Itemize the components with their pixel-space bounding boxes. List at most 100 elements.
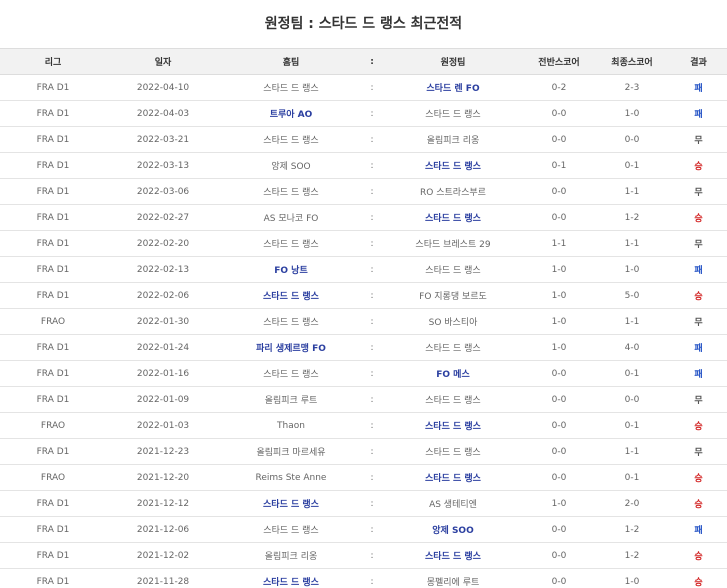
cell-result: 무 (670, 308, 727, 335)
cell-date: 2022-04-10 (106, 74, 220, 101)
cell-final-score: 0-1 (594, 412, 670, 439)
cell-away-team: AS 생테티엔 (382, 490, 524, 517)
cell-final-score: 1-2 (594, 204, 670, 231)
table-row: FRA D1 2021-12-02 올림피크 리옹: 스타드 드 랭스 0-0 1-2 승 (0, 542, 727, 569)
cell-final-score: 1-1 (594, 438, 670, 465)
cell-date: 2021-12-23 (106, 438, 220, 465)
cell-final-score: 1-1 (594, 308, 670, 335)
cell-half-score: 0-0 (524, 126, 594, 153)
cell-away-team: 스타드 드 랭스 (382, 256, 524, 283)
match-history-table: 리그 일자 홈팀 : 원정팀 전반스코어 최종스코어 결과 FRA D1 2022… (0, 48, 727, 588)
cell-half-score: 0-0 (524, 360, 594, 387)
cell-result: 패 (670, 360, 727, 387)
cell-date: 2022-01-03 (106, 412, 220, 439)
cell-league: FRA D1 (0, 152, 106, 179)
cell-final-score: 0-0 (594, 126, 670, 153)
cell-half-score: 1-0 (524, 490, 594, 517)
cell-home-team: 올림피크 마르세유 (220, 438, 362, 465)
header-separator: : (362, 48, 382, 75)
cell-separator: : (362, 334, 382, 361)
cell-half-score: 0-2 (524, 74, 594, 101)
cell-result: 승 (670, 282, 727, 309)
cell-league: FRAO (0, 464, 106, 491)
cell-away-team: 스타드 드 랭스 (382, 386, 524, 413)
cell-date: 2022-04-03 (106, 100, 220, 127)
cell-away-team: 스타드 드 랭스 (382, 412, 524, 439)
cell-separator: : (362, 360, 382, 387)
cell-away-team: SO 바스티아 (382, 308, 524, 335)
header-row: 리그 일자 홈팀 : 원정팀 전반스코어 최종스코어 결과 (0, 48, 727, 75)
cell-half-score: 0-0 (524, 568, 594, 588)
table-row: FRA D1 2022-01-24 파리 생제르맹 FO: 스타드 드 랭스 1-0 4-… (0, 334, 727, 361)
table-body: FRA D1 2022-04-10 스타드 드 랭스: 스타드 렌 FO 0-2 2-3 패… (0, 74, 727, 588)
cell-separator: : (362, 568, 382, 588)
cell-away-team: RO 스트라스부르 (382, 178, 524, 205)
cell-result: 패 (670, 74, 727, 101)
cell-half-score: 0-0 (524, 412, 594, 439)
cell-league: FRAO (0, 308, 106, 335)
cell-date: 2022-01-09 (106, 386, 220, 413)
cell-away-team: 스타드 드 랭스 (382, 152, 524, 179)
cell-date: 2021-12-20 (106, 464, 220, 491)
cell-result: 승 (670, 542, 727, 569)
cell-half-score: 0-0 (524, 516, 594, 543)
cell-away-team: 스타드 드 랭스 (382, 464, 524, 491)
cell-final-score: 1-1 (594, 230, 670, 257)
cell-separator: : (362, 438, 382, 465)
table-row: FRA D1 2021-12-12 스타드 드 랭스: AS 생테티엔 1-0 2-0 승 (0, 490, 727, 517)
cell-away-team: 스타드 드 랭스 (382, 334, 524, 361)
cell-final-score: 5-0 (594, 282, 670, 309)
table-row: FRA D1 2022-02-13 FO 낭트: 스타드 드 랭스 1-0 1-0 패 (0, 256, 727, 283)
cell-home-team: 스타드 드 랭스 (220, 568, 362, 588)
header-league: 리그 (0, 48, 106, 75)
cell-date: 2022-02-27 (106, 204, 220, 231)
cell-league: FRA D1 (0, 230, 106, 257)
table-row: FRA D1 2022-02-20 스타드 드 랭스: 스타드 브레스트 29 1-1 1… (0, 230, 727, 257)
page-title: 원정팀 : 스타드 드 랭스 최근전적 (264, 16, 463, 32)
cell-date: 2022-03-13 (106, 152, 220, 179)
table-row: FRA D1 2022-02-27 AS 모나코 FO: 스타드 드 랭스 0-0 1-2… (0, 204, 727, 231)
table-row: FRA D1 2021-12-23 올림피크 마르세유: 스타드 드 랭스 0-0 1-1… (0, 438, 727, 465)
cell-final-score: 1-0 (594, 568, 670, 588)
cell-separator: : (362, 516, 382, 543)
cell-league: FRA D1 (0, 204, 106, 231)
table-row: FRAO 2022-01-30 스타드 드 랭스: SO 바스티아 1-0 1-1 무 (0, 308, 727, 335)
cell-league: FRA D1 (0, 256, 106, 283)
cell-result: 무 (670, 230, 727, 257)
cell-date: 2021-12-12 (106, 490, 220, 517)
cell-final-score: 0-0 (594, 386, 670, 413)
cell-separator: : (362, 230, 382, 257)
table-row: FRAO 2021-12-20 Reims Ste Anne: 스타드 드 랭스 0-0… (0, 464, 727, 491)
cell-separator: : (362, 126, 382, 153)
cell-away-team: 몽펠리에 루트 (382, 568, 524, 588)
header-result: 결과 (670, 48, 727, 75)
cell-date: 2022-01-30 (106, 308, 220, 335)
cell-home-team: Thaon (220, 412, 362, 439)
cell-separator: : (362, 74, 382, 101)
cell-away-team: 스타드 드 랭스 (382, 204, 524, 231)
cell-league: FRA D1 (0, 360, 106, 387)
cell-date: 2022-03-21 (106, 126, 220, 153)
cell-result: 승 (670, 490, 727, 517)
table-row: FRA D1 2022-03-13 앙제 SOO: 스타드 드 랭스 0-1 0-1 승 (0, 152, 727, 179)
cell-league: FRA D1 (0, 178, 106, 205)
cell-result: 승 (670, 568, 727, 588)
header-home-team: 홈팀 (220, 48, 362, 75)
cell-final-score: 2-0 (594, 490, 670, 517)
cell-result: 패 (670, 256, 727, 283)
cell-league: FRA D1 (0, 542, 106, 569)
cell-result: 패 (670, 100, 727, 127)
cell-separator: : (362, 100, 382, 127)
cell-away-team: 스타드 드 랭스 (382, 542, 524, 569)
cell-away-team: FO 지롱댕 보르도 (382, 282, 524, 309)
cell-half-score: 0-0 (524, 178, 594, 205)
cell-league: FRA D1 (0, 516, 106, 543)
cell-final-score: 1-2 (594, 516, 670, 543)
cell-half-score: 1-0 (524, 308, 594, 335)
cell-league: FRA D1 (0, 568, 106, 588)
cell-home-team: 올림피크 리옹 (220, 542, 362, 569)
table-row: FRA D1 2022-03-06 스타드 드 랭스: RO 스트라스부르 0-0 1-1… (0, 178, 727, 205)
cell-half-score: 1-0 (524, 334, 594, 361)
cell-date: 2021-12-02 (106, 542, 220, 569)
cell-final-score: 1-2 (594, 542, 670, 569)
